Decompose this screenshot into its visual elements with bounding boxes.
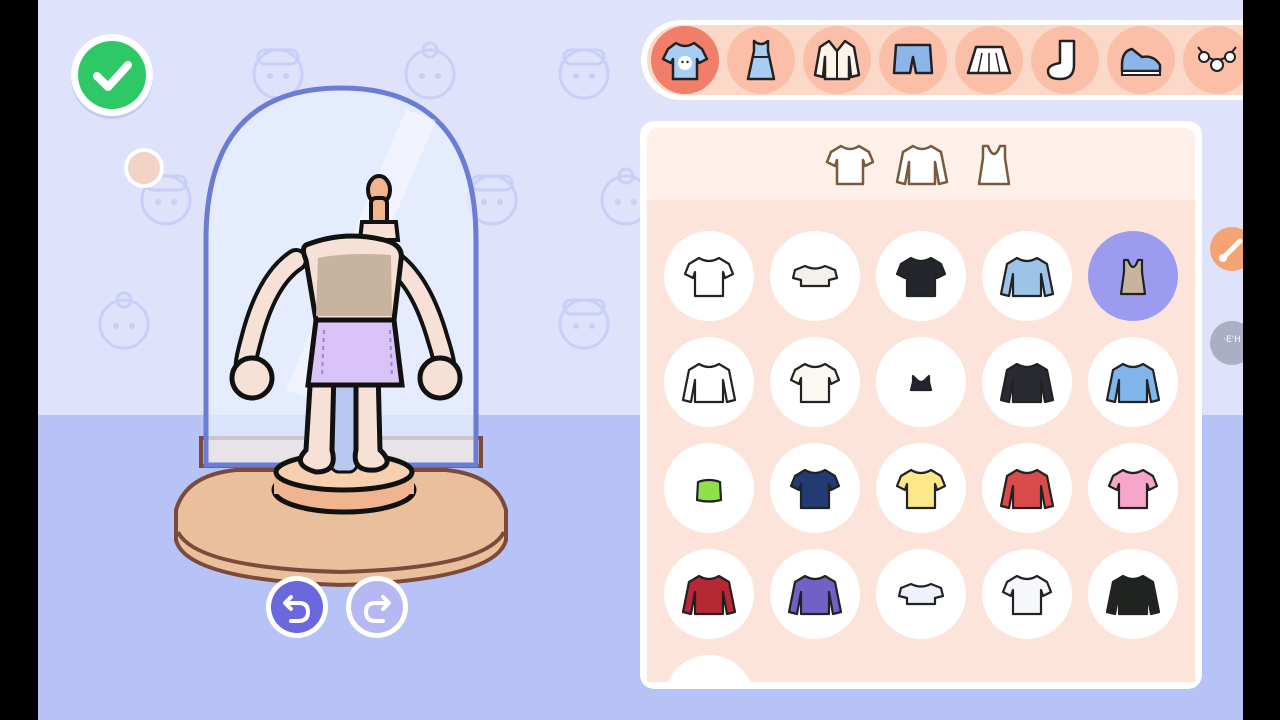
christmas-cardigan-icon <box>999 468 1055 510</box>
mascot-pattern-icon <box>98 291 150 350</box>
checkmark-icon <box>93 61 132 91</box>
pastel-print-tshirt-icon <box>1001 574 1053 616</box>
black-graphic-tshirt-icon <box>895 256 947 298</box>
clothing-item[interactable] <box>982 231 1072 321</box>
clothing-item[interactable] <box>664 655 754 682</box>
category-pants[interactable] <box>879 26 947 94</box>
clothing-panel <box>640 121 1202 689</box>
mascot-pattern-icon <box>558 48 610 100</box>
striped-long-sleeve-icon <box>999 256 1055 298</box>
category-socks[interactable] <box>1031 26 1099 94</box>
clothing-item[interactable] <box>664 549 754 639</box>
yellow-tshirt-icon <box>895 468 947 510</box>
subtab-bar <box>647 128 1195 200</box>
category-shoes[interactable] <box>1107 26 1175 94</box>
skin-color-button[interactable] <box>124 148 164 188</box>
undo-button[interactable] <box>266 576 328 648</box>
confirm-button[interactable] <box>71 34 153 116</box>
red-track-jacket-icon <box>681 574 737 616</box>
clothing-item[interactable] <box>664 231 754 321</box>
navy-flower-tshirt-icon <box>789 468 841 510</box>
dress-icon <box>746 39 776 81</box>
black-green-crop-sweater-icon <box>1105 574 1161 616</box>
beige-tank-top-icon <box>1119 258 1147 296</box>
clothing-item[interactable] <box>876 443 966 533</box>
undo-icon <box>283 595 311 623</box>
clothing-item[interactable] <box>982 443 1072 533</box>
sneaker-icon <box>1120 47 1162 76</box>
black-cat-sweater-icon <box>999 362 1055 404</box>
clothing-item[interactable] <box>982 549 1072 639</box>
side-badge-text: ·E'H <box>1223 335 1241 345</box>
mannequin-top <box>316 254 392 316</box>
purple-puffer-jacket-icon <box>787 574 843 616</box>
paint-brush-button[interactable] <box>1210 227 1243 271</box>
clothing-item[interactable] <box>1088 549 1178 639</box>
blue-chick-sweater-icon <box>1105 362 1161 404</box>
mannequin-skirt <box>305 317 405 388</box>
short-sleeve-shirt-icon[interactable] <box>823 140 877 190</box>
dress-up-scene: ·E'H <box>38 0 1243 720</box>
pastel-crop-top-icon <box>897 582 945 606</box>
clothing-item[interactable] <box>1088 337 1178 427</box>
category-bar <box>641 20 1243 100</box>
clothing-item[interactable] <box>770 231 860 321</box>
category-dresses[interactable] <box>727 26 795 94</box>
clothing-item[interactable] <box>664 443 754 533</box>
clothing-item[interactable] <box>876 549 966 639</box>
clothing-item[interactable] <box>1088 443 1178 533</box>
jacket-icon <box>813 39 861 81</box>
category-skirts[interactable] <box>955 26 1023 94</box>
necklace-icon <box>1197 46 1237 72</box>
redo-icon <box>363 595 391 623</box>
category-tops[interactable] <box>651 26 719 94</box>
skirt-icon <box>966 45 1012 75</box>
clothing-item[interactable] <box>1088 231 1178 321</box>
side-button[interactable]: ·E'H <box>1210 321 1243 365</box>
clothing-item[interactable] <box>876 231 966 321</box>
white-tshirt-icon <box>683 256 735 298</box>
sock-icon <box>1046 39 1076 81</box>
category-jackets[interactable] <box>803 26 871 94</box>
shorts-icon <box>892 43 934 75</box>
green-tube-top-icon <box>695 478 723 503</box>
long-sleeve-shirt-icon[interactable] <box>895 140 949 190</box>
category-accessories[interactable] <box>1183 26 1243 94</box>
clothing-item[interactable] <box>770 443 860 533</box>
tshirt-face-icon <box>661 41 709 81</box>
black-cami-icon <box>909 374 933 392</box>
mascot-pattern-icon <box>558 298 610 350</box>
white-collared-shirt-icon <box>681 362 737 404</box>
tank-top-icon[interactable] <box>967 140 1021 190</box>
clothing-item[interactable] <box>982 337 1072 427</box>
clothing-item[interactable] <box>876 337 966 427</box>
rainbow-tshirt-icon <box>1107 468 1159 510</box>
clothing-grid <box>647 200 1195 682</box>
clothing-item[interactable] <box>664 337 754 427</box>
paint-brush-icon <box>1219 238 1243 262</box>
mannequin-display <box>174 85 508 588</box>
redo-button[interactable] <box>346 576 408 648</box>
clothing-item[interactable] <box>770 549 860 639</box>
white-tee-icon <box>789 362 841 404</box>
clothing-item[interactable] <box>770 337 860 427</box>
white-crop-top-icon <box>791 264 839 288</box>
